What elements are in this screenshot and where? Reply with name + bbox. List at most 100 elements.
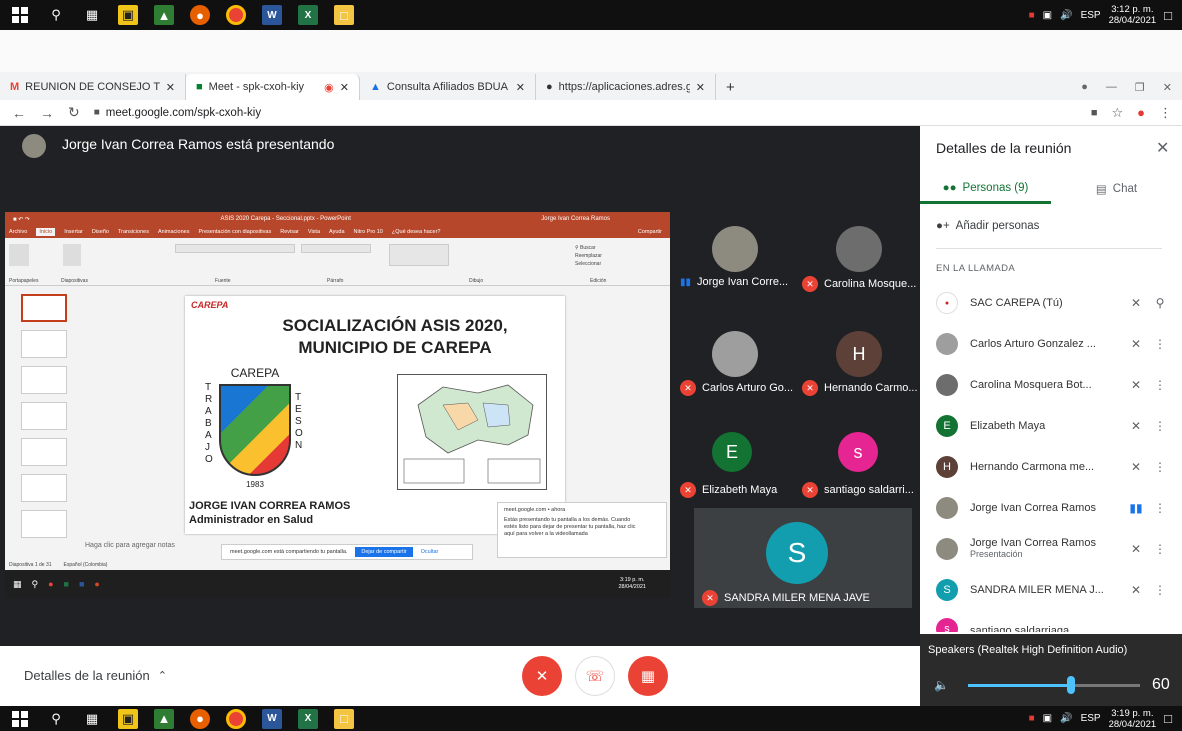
participant-tile-name[interactable]: ▮▮ Jorge Ivan Corre... (680, 276, 788, 288)
clock[interactable]: 3:12 p. m. 28/04/2021 (1109, 4, 1157, 26)
avatar[interactable]: ● (1137, 105, 1145, 120)
antivirus-icon[interactable]: ■ (1029, 713, 1035, 724)
language-indicator[interactable]: ESP (1081, 10, 1101, 21)
more-icon[interactable]: ⋮ (1148, 501, 1172, 515)
close-icon[interactable]: ✕ (696, 81, 705, 94)
list-item[interactable]: ● SAC CAREPA (Tú) ✕ ⚲ (936, 290, 1172, 316)
antivirus-icon[interactable]: ■ (1029, 10, 1035, 21)
word-icon[interactable]: W (262, 5, 282, 25)
more-icon[interactable]: ⋮ (1148, 378, 1172, 392)
volume-slider[interactable] (968, 676, 1140, 694)
list-item[interactable]: E Elizabeth Maya ✕ ⋮ (936, 413, 1172, 439)
shared-screen[interactable]: ■ ↶ ↷ ASIS 2020 Carepa - Seccional.pptx … (5, 212, 670, 598)
more-icon[interactable]: ⋮ (1148, 419, 1172, 433)
stop-sharing-button[interactable]: Dejar de compartir (355, 547, 413, 557)
firefox-icon[interactable]: ● (190, 708, 210, 729)
participant-tile-name[interactable]: ✕ santiago saldarri... (802, 482, 914, 498)
more-icon[interactable]: ⋮ (1148, 583, 1172, 597)
volume-thumb[interactable] (1067, 676, 1076, 694)
more-icon[interactable]: ⋮ (1148, 460, 1172, 474)
list-item[interactable]: Carolina Mosquera Bot... ✕ ⋮ (936, 372, 1172, 398)
app-icon[interactable]: ▲ (154, 708, 174, 729)
excel-icon[interactable]: X (298, 708, 318, 729)
profile-icon[interactable]: ● (1081, 81, 1088, 93)
font-selector[interactable] (175, 244, 295, 253)
more-icon[interactable]: ⋮ (1148, 337, 1172, 351)
forward-icon[interactable]: → (40, 105, 54, 121)
network-icon[interactable]: ▣ (1043, 10, 1052, 21)
store-icon[interactable]: ▣ (118, 5, 138, 25)
clock[interactable]: 3:19 p. m. 28/04/2021 (1109, 708, 1157, 730)
slide-thumbnail[interactable] (21, 474, 67, 502)
task-view-icon[interactable]: ▦ (82, 5, 102, 25)
list-item[interactable]: H Hernando Carmona me... ✕ ⋮ (936, 454, 1172, 480)
task-view-icon[interactable]: ▦ (82, 709, 102, 729)
tab-chat[interactable]: ▤ Chat (1051, 174, 1182, 204)
app-icon[interactable]: ▲ (154, 5, 174, 25)
list-item[interactable]: Jorge Ivan Correa Ramos ▮▮ ⋮ (936, 495, 1172, 521)
slide-thumbnail[interactable] (21, 438, 67, 466)
tab-bdua[interactable]: ▲ Consulta Afiliados BDUA ✕ (360, 74, 536, 100)
slide-thumbnail[interactable] (21, 366, 67, 394)
star-icon[interactable]: ☆ (1111, 105, 1123, 121)
list-item[interactable]: s santiago saldarriaga (936, 618, 1172, 632)
windows-start-icon[interactable] (10, 709, 30, 729)
file-explorer-icon[interactable]: □ (334, 708, 354, 729)
tab-people[interactable]: ●● Personas (9) (920, 174, 1051, 204)
close-icon[interactable]: ✕ (1156, 138, 1169, 158)
menu-icon[interactable]: ⋮ (1159, 105, 1172, 121)
tab-adres[interactable]: ● https://aplicaciones.adres.gov.co ✕ (536, 74, 716, 100)
new-tab-button[interactable]: + (716, 74, 745, 100)
participant-tile-name[interactable]: ✕ Carolina Mosque... (802, 276, 916, 292)
chrome-icon[interactable] (226, 5, 246, 25)
notification-icon[interactable]: □ (1164, 8, 1172, 23)
tab-gmail[interactable]: M REUNION DE CONSEJO TERRITO ✕ (0, 74, 186, 100)
meet-notification[interactable]: meet.google.com • ahora Estás presentand… (497, 502, 667, 558)
notification-icon[interactable]: □ (1164, 711, 1172, 726)
paragraph-controls[interactable] (301, 244, 371, 253)
slide-thumbnail[interactable] (21, 330, 67, 358)
meeting-details-toggle[interactable]: Detalles de la reunión ⌃ (24, 668, 167, 683)
maximize-icon[interactable]: ❐ (1135, 81, 1145, 94)
word-icon[interactable]: W (262, 708, 282, 729)
pin-icon[interactable]: ⚲ (1148, 296, 1172, 310)
reload-icon[interactable]: ↻ (68, 104, 80, 121)
search-icon[interactable]: ⚲ (46, 709, 66, 729)
close-icon[interactable]: ✕ (516, 81, 525, 94)
search-icon[interactable]: ⚲ (46, 5, 66, 25)
notes-placeholder[interactable]: Haga clic para agregar notas (85, 542, 175, 549)
slide-thumbnail[interactable] (21, 294, 67, 322)
tab-meet[interactable]: ■ Meet - spk-cxoh-kiy ◉ ✕ (186, 74, 360, 100)
participant-tile-large[interactable]: S ✕ SANDRA MILER MENA JAVE (694, 508, 912, 608)
language-indicator[interactable]: ESP (1081, 713, 1101, 724)
camera-icon[interactable]: ■ (1091, 107, 1098, 119)
participant-tile-name[interactable]: ✕ Hernando Carmo... (802, 380, 918, 396)
volume-tray-icon[interactable]: 🔊 (1060, 10, 1072, 21)
volume-tray-icon[interactable]: 🔊 (1060, 713, 1072, 724)
camera-toggle-button[interactable]: ▦ (628, 656, 668, 696)
chrome-icon[interactable] (226, 708, 246, 729)
list-item[interactable]: S SANDRA MILER MENA J... ✕ ⋮ (936, 577, 1172, 603)
close-icon[interactable]: ✕ (166, 81, 175, 94)
minimize-icon[interactable]: — (1106, 81, 1117, 93)
firefox-icon[interactable]: ● (190, 5, 210, 25)
speaker-icon[interactable]: 🔈 (934, 678, 949, 692)
store-icon[interactable]: ▣ (118, 708, 138, 729)
participant-tile-name[interactable]: ✕ Carlos Arturo Go... (680, 380, 793, 396)
close-window-icon[interactable]: ✕ (1163, 81, 1172, 94)
url-field[interactable]: meet.google.com/spk-cxoh-kiy (106, 107, 261, 119)
participant-tile-name[interactable]: ✕ Elizabeth Maya (680, 482, 777, 498)
slide-canvas[interactable]: CAREPA SOCIALIZACIÓN ASIS 2020, MUNICIPI… (185, 296, 565, 534)
paste-icon[interactable] (9, 244, 29, 266)
slide-thumbnail[interactable] (21, 402, 67, 430)
leave-call-button[interactable]: ☏ (575, 656, 615, 696)
new-slide-icon[interactable] (63, 244, 81, 266)
more-icon[interactable]: ⋮ (1148, 542, 1172, 556)
file-explorer-icon[interactable]: □ (334, 5, 354, 25)
list-item[interactable]: Carlos Arturo Gonzalez ... ✕ ⋮ (936, 331, 1172, 357)
mic-toggle-button[interactable]: ✕ (522, 656, 562, 696)
close-icon[interactable]: ✕ (340, 81, 349, 94)
shapes-gallery[interactable] (389, 244, 449, 266)
network-icon[interactable]: ▣ (1043, 713, 1052, 724)
hide-button[interactable]: Ocultar (421, 549, 439, 555)
